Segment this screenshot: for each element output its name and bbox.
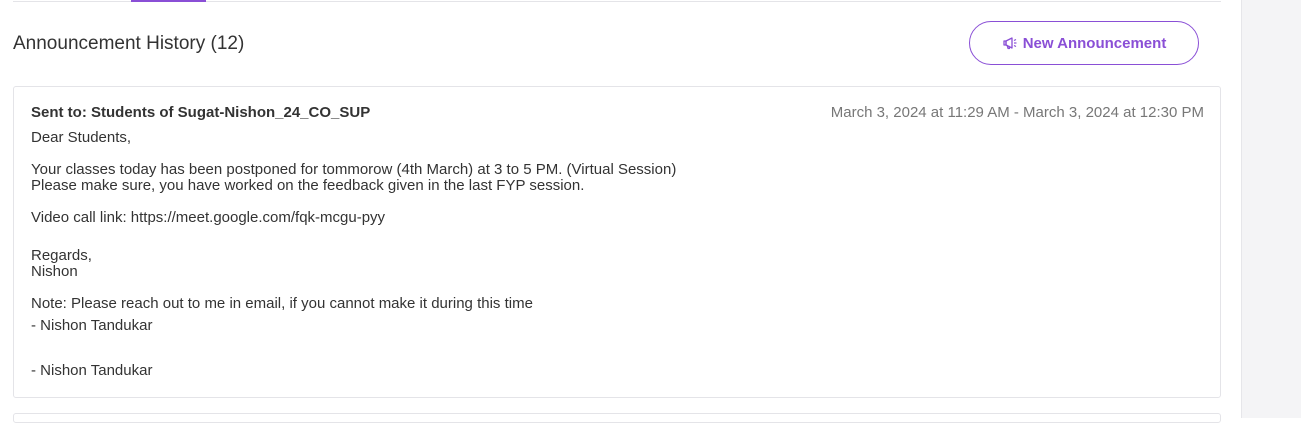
announcement-date-range: March 3, 2024 at 11:29 AM - March 3, 202… [830,104,1204,121]
message-sender-name: Nishon [31,263,78,280]
message-body-line-1: Your classes today has been postponed fo… [31,161,677,178]
message-note: Note: Please reach out to me in email, i… [31,295,533,312]
main-content: Announcement History (12) New Announceme… [0,0,1240,423]
next-announcement-card [13,413,1221,423]
announcement-recipients: Sent to: Students of Sugat-Nishon_24_CO_… [31,104,371,121]
new-announcement-label: New Announcement [1022,34,1167,52]
announcement-author: - Nishon Tandukar [31,362,153,379]
message-greeting: Dear Students, [31,129,132,146]
megaphone-icon [1002,36,1018,50]
new-announcement-button[interactable]: New Announcement [969,21,1199,65]
message-regards: Regards, [31,247,92,264]
active-tab-indicator [131,0,206,2]
message-video-link: Video call link: https://meet.google.com… [31,209,386,226]
right-sidebar-gutter [1241,0,1301,418]
message-body-line-2: Please make sure, you have worked on the… [31,177,585,194]
message-signature: - Nishon Tandukar [31,317,153,334]
page-title: Announcement History (12) [13,33,245,54]
announcement-card: Sent to: Students of Sugat-Nishon_24_CO_… [13,86,1221,398]
